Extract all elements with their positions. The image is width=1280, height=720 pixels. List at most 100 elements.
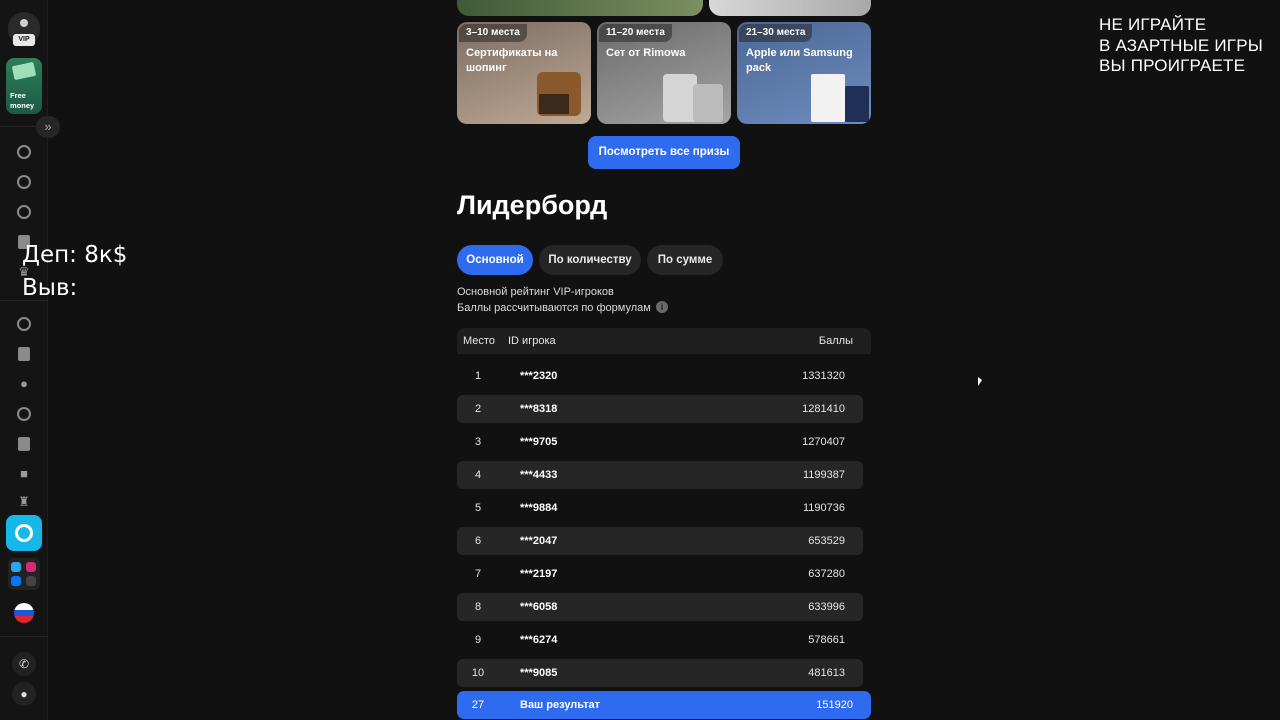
warning-line-3: ВЫ ПРОИГРАЕТЕ xyxy=(1099,56,1246,75)
table-row: 6 ***2047 653529 xyxy=(457,527,863,555)
table-row: 10 ***9085 481613 xyxy=(457,659,863,687)
news-icon[interactable] xyxy=(16,436,32,452)
document-icon[interactable] xyxy=(16,346,32,362)
bag-image-detail xyxy=(539,94,569,114)
suitcase-image-small xyxy=(693,84,723,122)
prize-card-rimowa[interactable]: 11–20 места Сет от Rimowa xyxy=(597,22,731,124)
social-links[interactable] xyxy=(8,558,40,590)
row-points: 578661 xyxy=(808,634,845,646)
column-points: Баллы xyxy=(818,335,853,347)
football-icon[interactable] xyxy=(16,174,32,190)
telegram-icon[interactable] xyxy=(11,562,21,572)
row-player-id: ***2197 xyxy=(520,568,558,580)
row-place: 5 xyxy=(474,502,482,514)
compass-icon[interactable] xyxy=(16,316,32,332)
tab-by-count[interactable]: По количеству xyxy=(539,245,641,275)
vip-badge: VIP xyxy=(13,34,35,46)
table-row: 2 ***8318 1281410 xyxy=(457,395,863,423)
prize-card-car[interactable] xyxy=(457,0,703,16)
row-place: 2 xyxy=(474,403,482,415)
tab-main[interactable]: Основной xyxy=(457,245,533,275)
row-points: 1199387 xyxy=(802,469,845,481)
table-row: 3 ***9705 1270407 xyxy=(457,428,863,456)
coins-icon[interactable] xyxy=(16,204,32,220)
prize-card-shopping[interactable]: 3–10 места Сертификаты на шопинг xyxy=(457,22,591,124)
instagram-icon[interactable] xyxy=(26,562,36,572)
sidebar-divider xyxy=(0,636,48,637)
row-player-id: ***8318 xyxy=(520,403,558,415)
page: { "sidebar": { "vip_badge": "VIP", "free… xyxy=(0,0,1280,720)
prize-title: Сертификаты на шопинг xyxy=(466,47,558,74)
deposit-line: Деп: 8к$ xyxy=(22,242,128,268)
row-player-id: ***6058 xyxy=(520,601,558,613)
row-place: 1 xyxy=(474,370,482,382)
withdraw-line: Выв: xyxy=(22,275,78,301)
leaderboard-title: Лидерборд xyxy=(457,190,608,220)
my-result-row: 27 Ваш результат 151920 xyxy=(457,691,871,719)
vk-icon[interactable] xyxy=(11,576,21,586)
flag-ru-icon[interactable] xyxy=(14,603,34,623)
row-place: 8 xyxy=(474,601,482,613)
my-result-label: Ваш результат xyxy=(520,699,600,711)
info-icon[interactable]: i xyxy=(656,301,668,313)
row-points: 1270407 xyxy=(802,436,845,448)
trophy-icon[interactable]: ♜ xyxy=(16,494,32,510)
prize-badge: 11–20 места xyxy=(599,24,672,42)
gamepad-icon[interactable]: ■ xyxy=(16,466,32,482)
see-all-prizes-button[interactable]: Посмотреть все призы xyxy=(588,136,740,169)
sidebar: VIP Free money » ♛ ● ■ ♜ ✆ ● xyxy=(0,0,60,720)
gambling-warning: НЕ ИГРАЙТЕ В АЗАРТНЫЕ ИГРЫ ВЫ ПРОИГРАЕТЕ xyxy=(1099,15,1263,77)
table-row: 7 ***2197 637280 xyxy=(457,560,863,588)
casino-chip-icon[interactable] xyxy=(16,144,32,160)
free-money-button[interactable]: Free money xyxy=(6,58,42,114)
vip-avatar-button[interactable]: VIP xyxy=(8,12,40,46)
mouse-cursor xyxy=(978,377,982,386)
tab-by-sum[interactable]: По сумме xyxy=(647,245,723,275)
chart-icon[interactable] xyxy=(16,406,32,422)
table-row: 4 ***4433 1199387 xyxy=(457,461,863,489)
row-place: 7 xyxy=(474,568,482,580)
table-row: 5 ***9884 1190736 xyxy=(457,494,863,522)
row-player-id: ***2047 xyxy=(520,535,558,547)
row-points: 1281410 xyxy=(802,403,845,415)
prize-card-top[interactable] xyxy=(709,0,871,16)
prize-title: Сет от Rimowa xyxy=(606,47,686,59)
row-player-id: ***2320 xyxy=(520,370,558,382)
more-icon[interactable] xyxy=(26,576,36,586)
row-place: 10 xyxy=(471,667,485,679)
column-place: Место xyxy=(463,335,495,347)
phone-icon[interactable]: ✆ xyxy=(12,652,36,676)
table-row: 1 ***2320 1331320 xyxy=(457,362,863,390)
apple-bag-image xyxy=(811,74,845,122)
prize-badge: 21–30 места xyxy=(739,24,813,42)
row-place: 9 xyxy=(474,634,482,646)
row-points: 653529 xyxy=(808,535,845,547)
samsung-bag-image xyxy=(845,86,869,122)
support-chat-icon[interactable]: ● xyxy=(12,682,36,706)
row-points: 1331320 xyxy=(802,370,845,382)
chat-icon[interactable]: ● xyxy=(16,376,32,392)
warning-line-1: НЕ ИГРАЙТЕ xyxy=(1099,15,1207,34)
row-player-id: ***6274 xyxy=(520,634,558,646)
prize-title: Apple или Samsung pack xyxy=(746,47,853,74)
row-player-id: ***9705 xyxy=(520,436,558,448)
row-place: 6 xyxy=(474,535,482,547)
suitcase-image xyxy=(663,74,697,122)
leaderboard-description: Основной рейтинг VIP-игроков xyxy=(457,286,614,298)
expand-sidebar-button[interactable]: » xyxy=(36,116,60,138)
app-icon xyxy=(15,524,33,542)
my-place: 27 xyxy=(471,699,485,711)
row-points: 1190736 xyxy=(802,502,845,514)
app-button[interactable] xyxy=(6,515,42,551)
money-icon xyxy=(11,61,37,81)
prize-badge: 3–10 места xyxy=(459,24,527,42)
user-icon xyxy=(20,19,28,27)
table-header: Место ID игрока Баллы xyxy=(457,328,871,354)
my-points: 151920 xyxy=(816,699,853,711)
column-player-id: ID игрока xyxy=(508,335,556,347)
prize-card-apple-samsung[interactable]: 21–30 места Apple или Samsung pack xyxy=(737,22,871,124)
row-points: 633996 xyxy=(808,601,845,613)
row-points: 637280 xyxy=(808,568,845,580)
warning-line-2: В АЗАРТНЫЕ ИГРЫ xyxy=(1099,35,1263,55)
leaderboard-formula-note: Баллы рассчитываются по формулам xyxy=(457,302,651,314)
